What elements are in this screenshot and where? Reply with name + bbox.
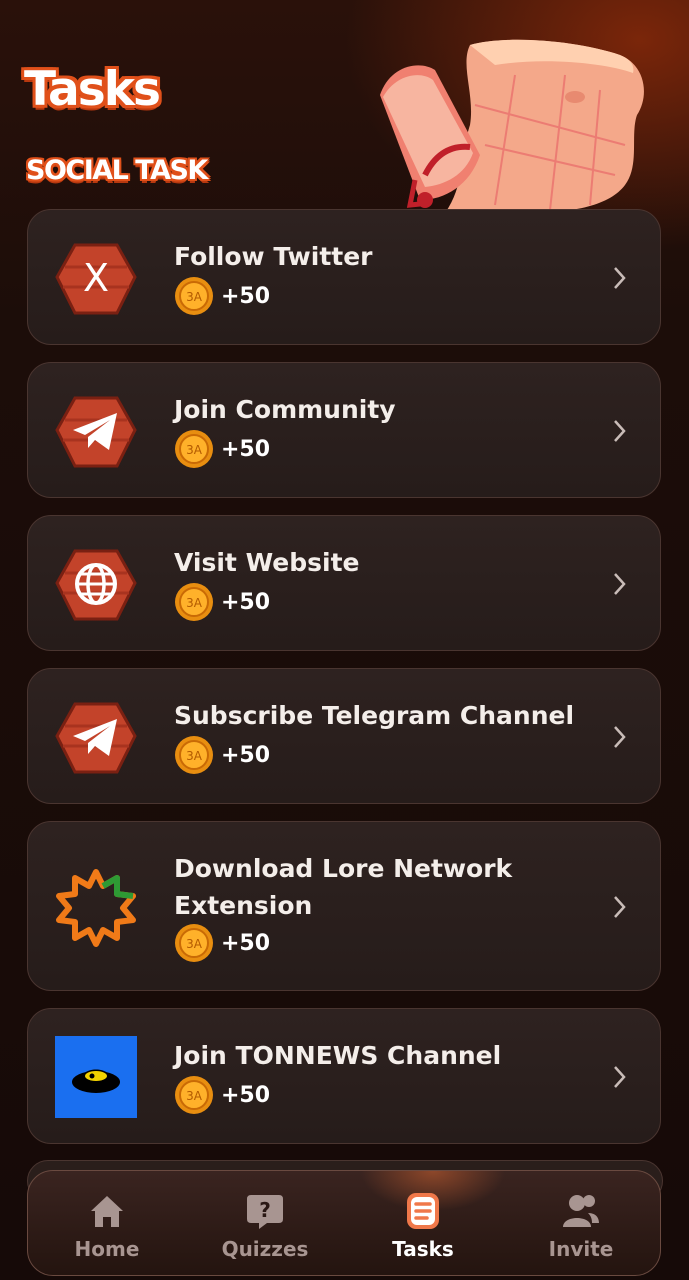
task-name: Join Community — [174, 395, 396, 424]
tonnews-logo-icon — [55, 1036, 137, 1118]
chevron-right-icon — [614, 420, 626, 442]
task-name: Join TONNEWS Channel — [174, 1041, 502, 1070]
nav-label: Tasks — [392, 1237, 454, 1261]
reward-amount: +50 — [221, 930, 271, 956]
chevron-right-icon — [614, 1066, 626, 1088]
svg-text:3A: 3A — [186, 443, 203, 457]
telegram-icon — [55, 702, 137, 774]
task-name: Download Lore Network Extension — [174, 854, 513, 920]
reward-amount: +50 — [221, 1082, 271, 1108]
task-card-tonnews[interactable]: Join TONNEWS Channel 3A +50 — [27, 1008, 661, 1144]
task-reward: 3A +50 — [174, 1075, 270, 1115]
telegram-icon — [55, 396, 137, 468]
coin-icon: 3A — [175, 924, 213, 962]
reward-amount: +50 — [221, 436, 271, 462]
task-card-join-community[interactable]: Join Community 3A +50 — [27, 362, 661, 498]
chevron-right-icon — [614, 726, 626, 748]
nav-quizzes[interactable]: ? Quizzes — [186, 1171, 344, 1275]
chevron-right-icon — [614, 573, 626, 595]
page-title: Tasks — [24, 62, 161, 117]
task-card-subscribe-telegram[interactable]: Subscribe Telegram Channel 3A +50 — [27, 668, 661, 804]
question-icon: ? — [247, 1195, 283, 1229]
reward-amount: +50 — [221, 589, 271, 615]
task-card-follow-twitter[interactable]: X Follow Twitter 3A +50 — [27, 209, 661, 345]
reward-amount: +50 — [221, 283, 271, 309]
task-name: Subscribe Telegram Channel — [174, 701, 575, 730]
task-card-visit-website[interactable]: Visit Website 3A +50 — [27, 515, 661, 651]
svg-text:X: X — [83, 256, 109, 300]
task-reward: 3A +50 — [174, 582, 270, 622]
svg-text:3A: 3A — [186, 937, 203, 951]
nav-invite[interactable]: Invite — [502, 1171, 660, 1275]
nav-tasks[interactable]: Tasks — [344, 1171, 502, 1275]
coin-icon: 3A — [175, 430, 213, 468]
chevron-right-icon — [614, 267, 626, 289]
nav-label: Home — [74, 1237, 140, 1261]
reward-amount: +50 — [221, 742, 271, 768]
home-icon — [91, 1196, 123, 1227]
globe-icon — [55, 549, 137, 621]
coin-icon: 3A — [175, 1076, 213, 1114]
lore-network-logo-icon — [56, 869, 136, 947]
task-reward: 3A +50 — [174, 276, 270, 316]
svg-text:3A: 3A — [186, 749, 203, 763]
x-logo-icon: X — [55, 243, 137, 315]
nav-label: Invite — [548, 1237, 614, 1261]
bottom-nav: Home ? Quizzes Tasks Invite — [27, 1170, 661, 1276]
tasks-icon — [407, 1193, 439, 1229]
nav-label: Quizzes — [221, 1237, 309, 1261]
task-reward: 3A +50 — [174, 735, 270, 775]
task-card-lore-network[interactable]: Download Lore Network Extension 3A +50 — [27, 821, 661, 991]
task-reward: 3A +50 — [174, 923, 270, 963]
task-name: Visit Website — [174, 548, 360, 577]
svg-text:3A: 3A — [186, 290, 203, 304]
section-heading: SOCIAL TASK — [26, 155, 208, 186]
coin-icon: 3A — [175, 277, 213, 315]
coin-icon: 3A — [175, 583, 213, 621]
users-icon — [563, 1195, 599, 1227]
treasure-map-illustration — [380, 39, 644, 213]
task-name: Follow Twitter — [174, 242, 373, 271]
svg-text:3A: 3A — [186, 596, 203, 610]
coin-icon: 3A — [175, 736, 213, 774]
svg-text:3A: 3A — [186, 1089, 203, 1103]
nav-home[interactable]: Home — [28, 1171, 186, 1275]
chevron-right-icon — [614, 896, 626, 918]
svg-text:?: ? — [259, 1198, 271, 1222]
task-reward: 3A +50 — [174, 429, 270, 469]
